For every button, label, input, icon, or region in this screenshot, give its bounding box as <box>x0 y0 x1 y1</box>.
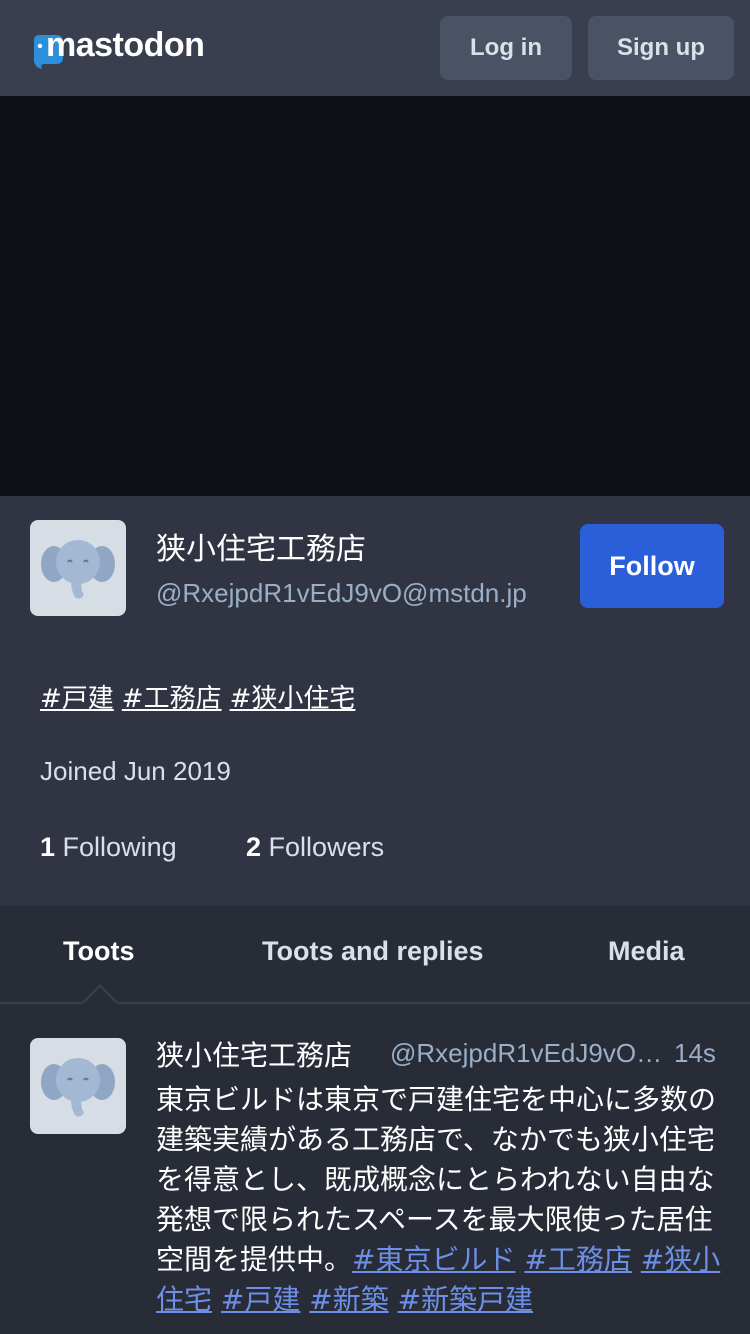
elephant-icon <box>41 540 115 599</box>
profile-bio: #戸建 #工務店 #狭小住宅 <box>40 678 363 715</box>
status-display-name[interactable]: 狭小住宅工務店 <box>156 1034 352 1074</box>
top-bar: mastodon Log in Sign up <box>0 0 750 96</box>
tab-toots-and-replies[interactable]: Toots and replies <box>262 936 484 967</box>
followers-count: 2 <box>246 832 262 862</box>
status-content: 東京ビルドは東京で戸建住宅を中心に多数の建築実績がある工務店で、なかでも狭小住宅… <box>156 1080 722 1320</box>
status-hashtag[interactable]: #新築 <box>309 1283 388 1316</box>
followers-label: Followers <box>268 832 385 862</box>
profile-avatar[interactable] <box>30 520 126 616</box>
status-hashtag[interactable]: #工務店 <box>524 1243 631 1276</box>
status-hashtag[interactable]: #戸建 <box>221 1283 300 1316</box>
profile-account-handle: @RxejpdR1vEdJ9vO@mstdn.jp <box>156 578 527 608</box>
profile-display-name: 狭小住宅工務店 <box>156 532 366 567</box>
logo-text: mastodon <box>46 26 205 64</box>
status-hashtag[interactable]: #新築戸建 <box>398 1283 533 1316</box>
profile-header-banner <box>0 96 750 496</box>
active-tab-indicator-inner <box>82 987 118 1005</box>
status-account-handle[interactable]: @RxejpdR1vEdJ9vO@mstdn.jp <box>390 1038 670 1069</box>
following-label: Following <box>62 832 177 862</box>
bio-hashtag[interactable]: #戸建 <box>40 684 114 714</box>
tab-media[interactable]: Media <box>608 936 685 967</box>
followers-link[interactable]: 2 Followers <box>246 832 384 863</box>
follow-button[interactable]: Follow <box>580 524 724 608</box>
elephant-icon <box>41 1058 115 1117</box>
bio-hashtag[interactable]: #狭小住宅 <box>230 684 356 714</box>
following-count: 1 <box>40 832 56 862</box>
status-item[interactable]: 狭小住宅工務店 @RxejpdR1vEdJ9vO@mstdn.jp 14s 東京… <box>0 1004 750 1334</box>
joined-date: Joined Jun 2019 <box>40 756 231 786</box>
bio-hashtag[interactable]: #工務店 <box>122 684 222 714</box>
status-avatar[interactable] <box>30 1038 126 1134</box>
login-button[interactable]: Log in <box>440 16 572 80</box>
tab-toots[interactable]: Toots <box>63 936 134 967</box>
status-timestamp[interactable]: 14s <box>674 1038 716 1069</box>
signup-button[interactable]: Sign up <box>588 16 734 80</box>
profile-tabs: Toots Toots and replies Media <box>0 906 750 1005</box>
profile-info: 狭小住宅工務店 @RxejpdR1vEdJ9vO@mstdn.jp Follow… <box>0 496 750 906</box>
status-hashtag[interactable]: #東京ビルド <box>352 1243 515 1276</box>
following-link[interactable]: 1 Following <box>40 832 177 863</box>
